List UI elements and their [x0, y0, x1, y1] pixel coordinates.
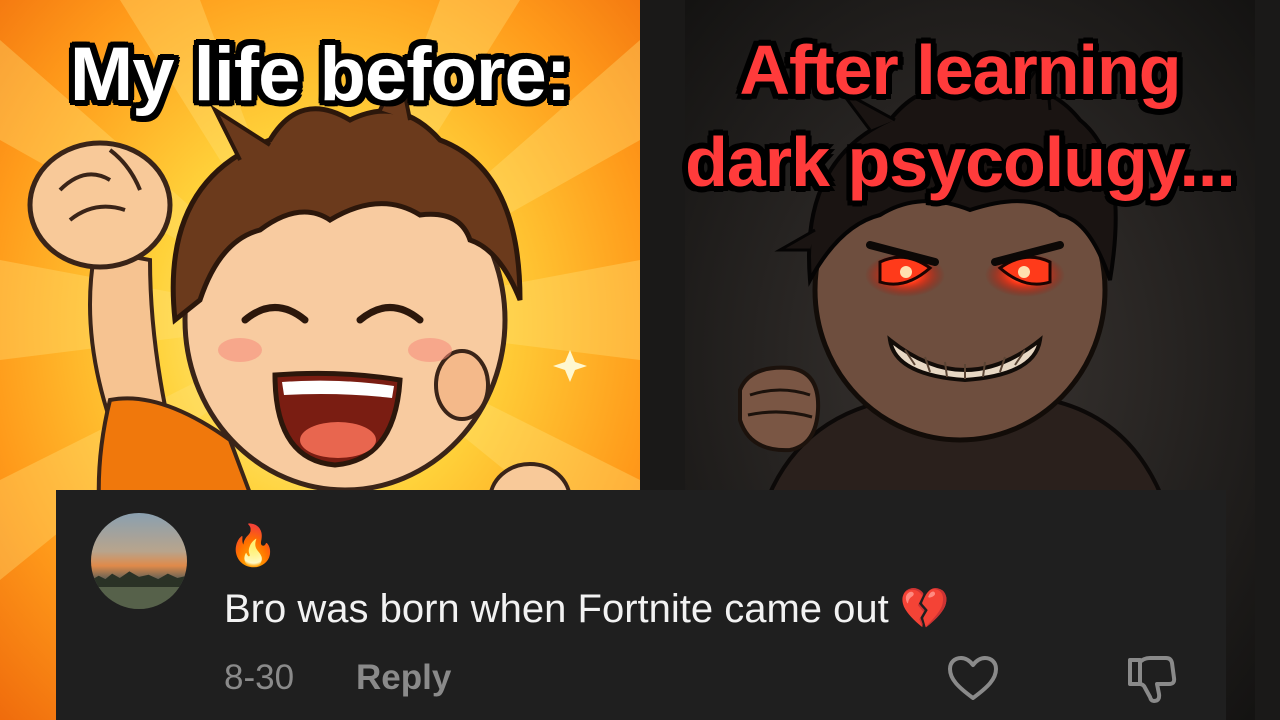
reply-button[interactable]: Reply: [356, 658, 451, 698]
meme-caption-before: My life before:: [0, 32, 640, 118]
commenter-name-emoji: 🔥: [228, 524, 278, 568]
avatar-trees: [91, 571, 187, 589]
meme-caption-after: After learning dark psycolugy...: [640, 24, 1280, 208]
thumbs-down-outline-icon: [1128, 656, 1177, 703]
comment-text: Bro was born when Fortnite came out 💔: [224, 587, 950, 631]
comment-card: 🔥 Bro was born when Fortnite came out 💔 …: [56, 490, 1226, 720]
meme-caption-before-text: My life before:: [69, 32, 571, 117]
avatar[interactable]: [91, 513, 187, 609]
comment-date: 8-30: [224, 658, 295, 697]
heart-outline-icon: [948, 656, 998, 700]
meme-caption-after-line1: After learning: [739, 31, 1181, 109]
dislike-button[interactable]: [1124, 652, 1178, 706]
like-button[interactable]: [946, 654, 1000, 702]
meme-caption-after-line2: dark psycolugy...: [685, 123, 1236, 201]
avatar-ground: [91, 587, 187, 609]
